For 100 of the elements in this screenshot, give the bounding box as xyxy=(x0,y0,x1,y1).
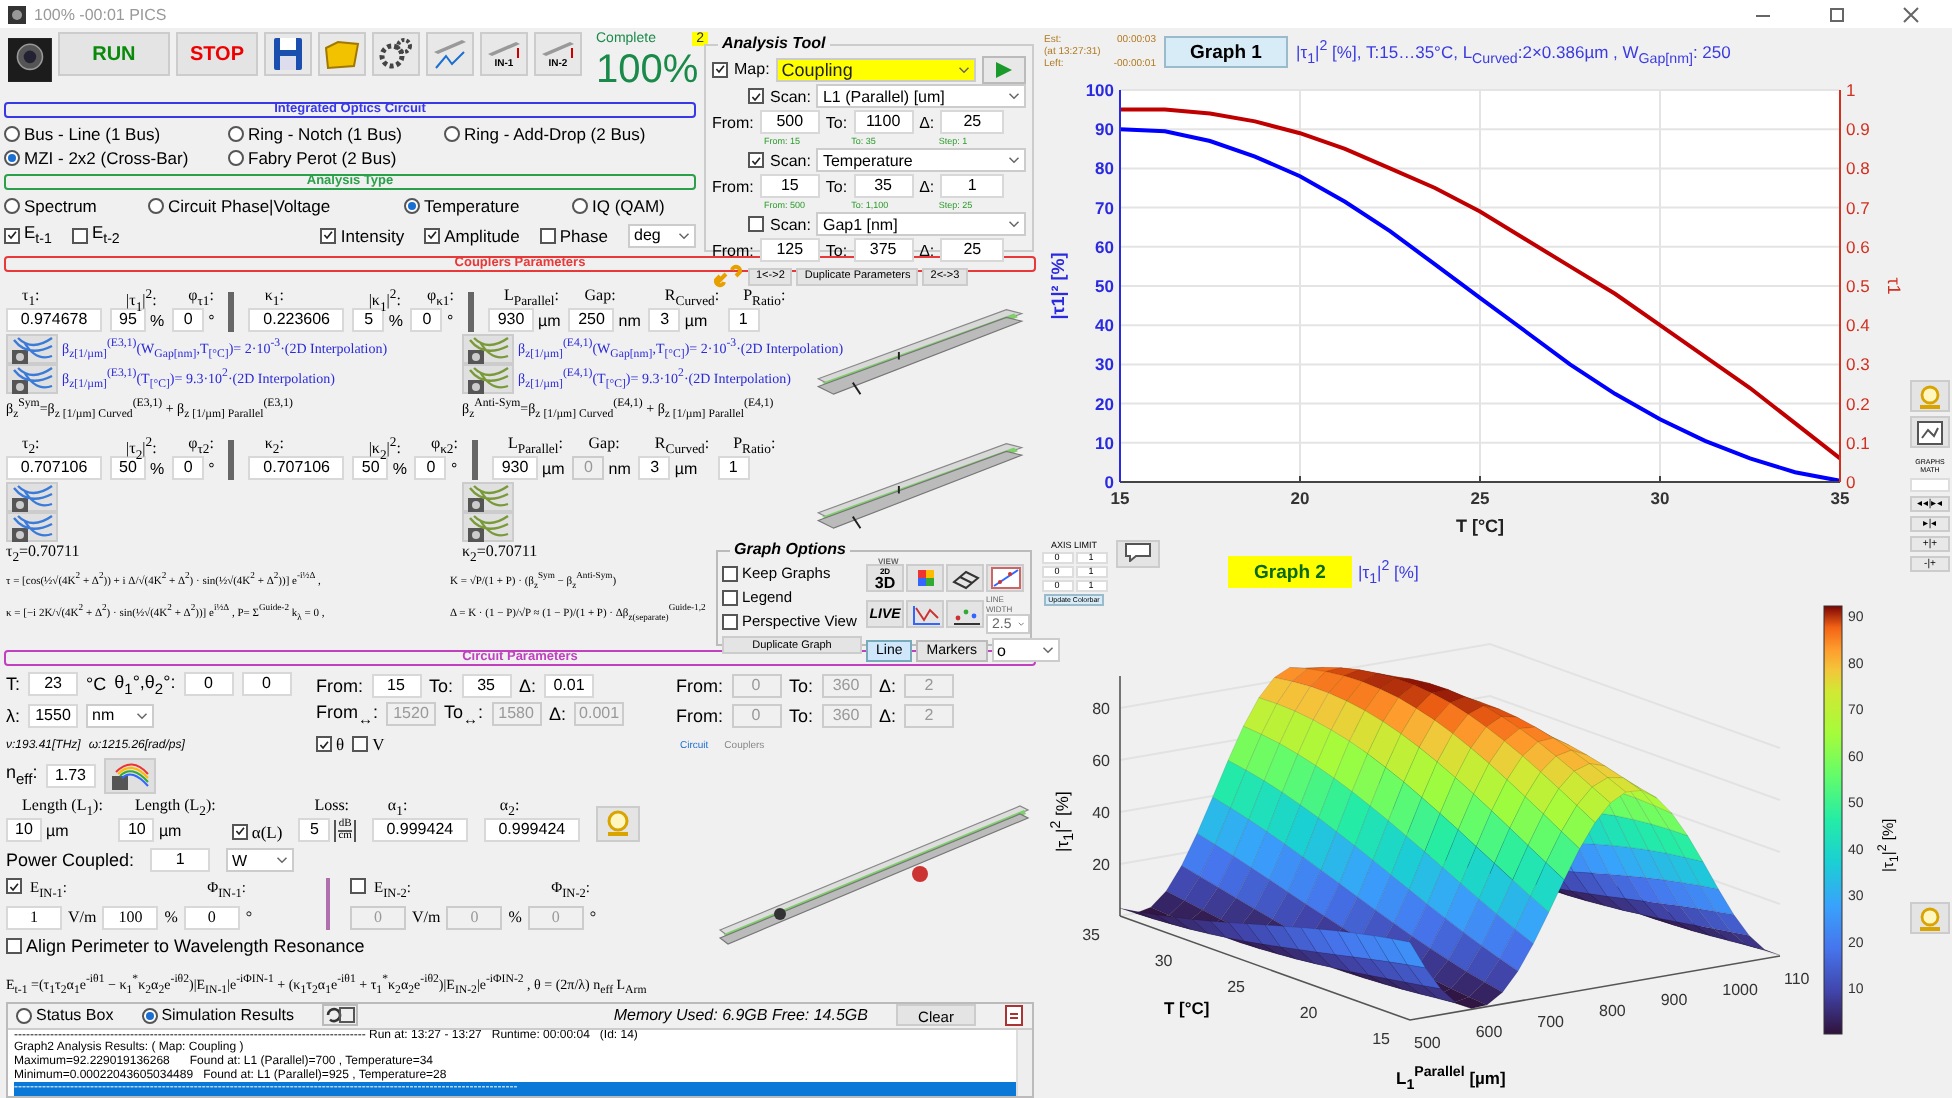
radio-button[interactable] xyxy=(444,126,460,143)
checkbox[interactable] xyxy=(352,736,369,752)
checkbox[interactable] xyxy=(748,216,764,232)
input-field[interactable]: 1100 xyxy=(853,110,914,134)
input-field[interactable]: 50 xyxy=(352,456,389,480)
checkbox[interactable] xyxy=(748,152,764,168)
run-button[interactable]: RUN xyxy=(57,32,170,76)
fit-button[interactable] xyxy=(986,564,1024,592)
radio-button[interactable] xyxy=(4,198,20,215)
dropdown[interactable]: deg xyxy=(628,223,696,248)
input-field[interactable]: 0.707106 xyxy=(248,456,345,480)
input-field[interactable]: 3 xyxy=(638,456,671,480)
input-field[interactable]: 50 xyxy=(110,456,146,480)
input-field[interactable]: 100 xyxy=(102,905,159,929)
interpolation-button[interactable] xyxy=(462,482,514,512)
graph-tab[interactable]: Graph 1 xyxy=(1164,36,1288,68)
graph-tab[interactable]: Graph 2 xyxy=(1228,556,1352,588)
dropdown[interactable]: nm xyxy=(86,703,155,727)
export-button[interactable] xyxy=(1910,416,1950,448)
input-field[interactable]: 1 xyxy=(717,456,750,480)
radio-label[interactable]: Temperature xyxy=(424,196,520,217)
save-button[interactable] xyxy=(264,32,312,76)
input-field[interactable]: 5 xyxy=(298,818,331,842)
interpolation-button[interactable] xyxy=(462,512,514,542)
input-field[interactable]: 500 xyxy=(759,110,820,134)
clipboard-icon[interactable] xyxy=(1004,1004,1024,1027)
mesh-button[interactable] xyxy=(946,564,984,592)
checkbox[interactable] xyxy=(231,823,248,839)
interpolation-button[interactable] xyxy=(6,364,58,394)
checkbox-label[interactable]: Intensity xyxy=(340,225,405,246)
close-icon[interactable] xyxy=(1902,5,1920,23)
radio-button[interactable] xyxy=(141,1007,158,1024)
input-field[interactable]: 15 xyxy=(759,174,820,198)
radio-button[interactable] xyxy=(572,198,588,215)
radio-label[interactable]: Spectrum xyxy=(24,196,97,217)
interpolation-button[interactable] xyxy=(6,512,58,542)
input-field[interactable]: 0 xyxy=(410,308,443,332)
input-field[interactable]: 10 xyxy=(6,818,42,842)
input-field[interactable]: 1 xyxy=(6,905,62,929)
dropdown[interactable]: W xyxy=(226,848,295,872)
input-field[interactable]: 0 xyxy=(183,905,240,929)
input-field[interactable]: 250 xyxy=(568,308,615,332)
dropdown[interactable]: Coupling xyxy=(775,57,976,81)
input-field[interactable]: 5 xyxy=(352,308,385,332)
checkbox[interactable] xyxy=(722,565,738,581)
checkbox[interactable] xyxy=(722,613,738,629)
input-field[interactable]: 0 xyxy=(241,672,292,697)
dropdown[interactable]: Gap1 [nm] xyxy=(816,212,1026,236)
plot-button[interactable] xyxy=(426,32,474,76)
input-field[interactable]: 25 xyxy=(940,110,1005,134)
checkbox[interactable] xyxy=(316,736,332,753)
input-field[interactable]: 375 xyxy=(853,238,914,262)
interpolation-button[interactable] xyxy=(6,482,58,512)
radio-label[interactable]: Fabry Perot (2 Bus) xyxy=(248,148,397,169)
radio-button[interactable] xyxy=(16,1007,32,1024)
radio-label[interactable]: Ring - Notch (1 Bus) xyxy=(248,124,402,145)
input-field[interactable]: 0.223606 xyxy=(248,308,345,332)
dropdown[interactable]: L1 (Parallel) [um] xyxy=(816,84,1026,108)
radio-label[interactable]: Bus - Line (1 Bus) xyxy=(24,124,161,145)
checkbox[interactable] xyxy=(6,938,22,954)
checkbox[interactable] xyxy=(748,88,764,104)
radio-button[interactable] xyxy=(4,150,20,167)
input-field[interactable]: 35 xyxy=(461,673,512,697)
checkbox[interactable] xyxy=(71,227,88,244)
link-icon[interactable] xyxy=(712,264,744,288)
line-plot-button[interactable] xyxy=(906,600,944,628)
comment-button[interactable] xyxy=(1116,540,1160,568)
input-field[interactable]: 0 xyxy=(172,308,205,332)
interpolation-button[interactable] xyxy=(462,364,514,394)
interpolation-button[interactable] xyxy=(6,334,58,364)
radio-button[interactable] xyxy=(4,126,20,143)
radio-label[interactable]: IQ (QAM) xyxy=(592,196,665,217)
input-field[interactable] xyxy=(1910,478,1950,492)
checkbox[interactable] xyxy=(712,61,728,77)
checkbox-label[interactable]: α(L) xyxy=(251,821,283,841)
stop-button[interactable]: STOP xyxy=(175,32,258,76)
dispersion-button[interactable] xyxy=(103,757,156,793)
radio-button[interactable] xyxy=(228,126,244,143)
radio-button[interactable] xyxy=(148,198,164,215)
input-field[interactable]: 0 xyxy=(414,456,447,480)
input-field[interactable]: 0.01 xyxy=(544,673,595,697)
radio-label[interactable]: Simulation Results xyxy=(161,1006,294,1025)
checkbox-label[interactable]: Phase xyxy=(559,225,608,246)
radio-label[interactable]: Ring - Add-Drop (2 Bus) xyxy=(464,124,646,145)
input-field[interactable]: 930 xyxy=(492,456,538,480)
input-field[interactable]: 0 xyxy=(172,456,205,480)
scatter-button[interactable] xyxy=(946,600,984,628)
checkbox-label[interactable]: E$_{t-2}$ xyxy=(91,222,120,248)
interpolation-button[interactable] xyxy=(462,334,514,364)
input-field[interactable]: 10 xyxy=(118,818,155,842)
radio-label[interactable]: MZI - 2x2 (Cross-Bar) xyxy=(24,148,189,169)
input-field[interactable]: 35 xyxy=(853,174,914,198)
checkbox-label[interactable]: Amplitude xyxy=(444,225,520,246)
checkbox[interactable] xyxy=(722,589,738,605)
checkbox[interactable] xyxy=(6,878,22,894)
checkbox[interactable] xyxy=(4,227,20,244)
input-field[interactable]: 0.974678 xyxy=(6,308,102,332)
radio-button[interactable] xyxy=(404,198,420,215)
checkbox-label[interactable]: E$_{t-1}$ xyxy=(24,222,52,248)
checkbox[interactable] xyxy=(424,227,441,244)
